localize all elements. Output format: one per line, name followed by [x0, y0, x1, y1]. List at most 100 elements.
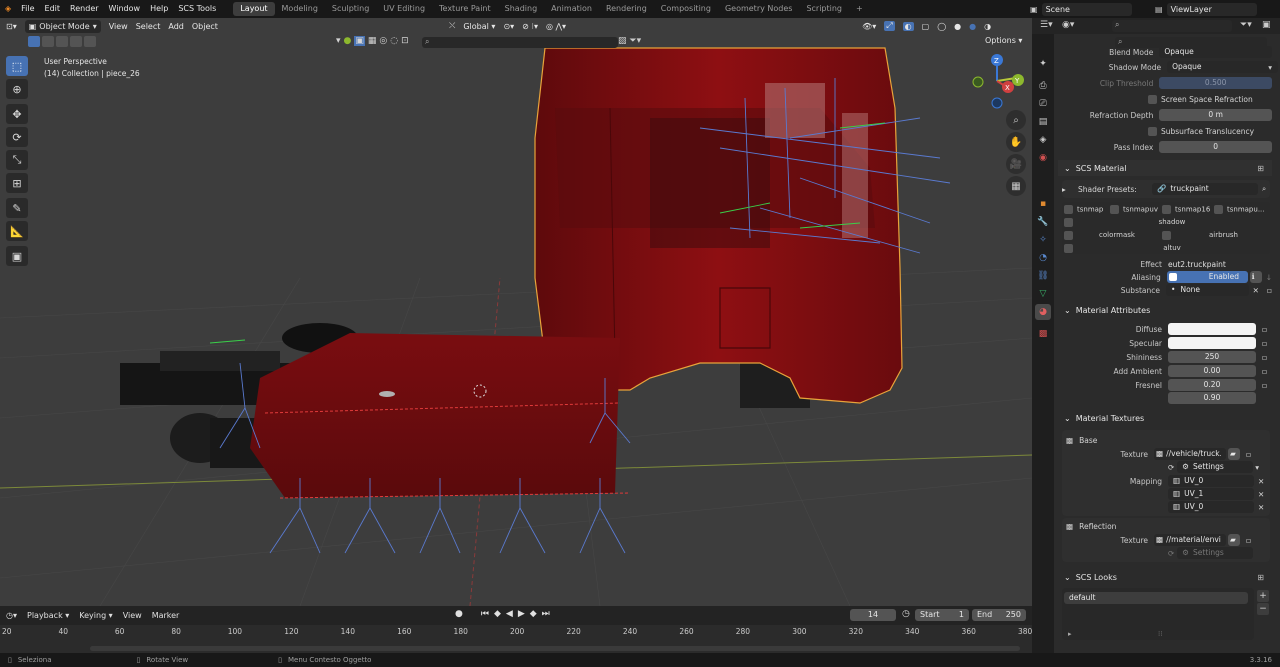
- camera-icon[interactable]: 🎥: [1006, 154, 1026, 174]
- refraction-depth-field[interactable]: 0 m: [1159, 109, 1272, 121]
- substance-select[interactable]: • None: [1166, 284, 1249, 296]
- add-ambient-link-icon[interactable]: ▫: [1262, 367, 1267, 376]
- physics-tab-icon[interactable]: ◔: [1035, 250, 1051, 266]
- material-tab-icon[interactable]: ◕: [1035, 304, 1051, 320]
- menu-scs-tools[interactable]: SCS Tools: [173, 0, 221, 18]
- select-mode-subtract-icon[interactable]: [56, 36, 68, 47]
- start-frame-field[interactable]: Start 1: [915, 609, 969, 621]
- base-settings-select[interactable]: ⚙ Settings: [1177, 461, 1254, 473]
- shading-solid-icon[interactable]: ●: [954, 22, 961, 31]
- options-button[interactable]: Options ▾: [985, 36, 1022, 45]
- resize-grip-icon[interactable]: ⁞⁞: [1158, 630, 1162, 638]
- pass-index-field[interactable]: 0: [1159, 141, 1272, 153]
- cursor-tool[interactable]: ⊕: [6, 79, 28, 99]
- play-icon[interactable]: ▶: [518, 609, 525, 619]
- blender-logo-icon[interactable]: ◈: [0, 0, 16, 18]
- clear-substance-icon[interactable]: ✕: [1253, 286, 1259, 295]
- next-keyframe-icon[interactable]: ◆: [530, 609, 537, 619]
- shader-presets-select[interactable]: 🔗 truckpaint: [1152, 183, 1258, 195]
- reflection-texture-field[interactable]: ▩//material/envi...: [1154, 534, 1226, 546]
- material-filter-icon[interactable]: ◎: [379, 36, 387, 46]
- add-ambient-field[interactable]: 0.00: [1168, 365, 1256, 377]
- fresnel-field-1[interactable]: 0.20: [1168, 379, 1256, 391]
- viewport-menu-add[interactable]: Add: [168, 22, 184, 31]
- object-filter-icon[interactable]: ▣: [354, 36, 365, 46]
- list-filter-icon[interactable]: ▸: [1068, 630, 1072, 638]
- substance-pick-icon[interactable]: ▫: [1267, 286, 1272, 295]
- xray-icon[interactable]: ▢: [922, 22, 930, 31]
- reflection-texture-link-icon[interactable]: ▫: [1246, 536, 1251, 545]
- transform-tool[interactable]: ⊞: [6, 173, 28, 193]
- scs-looks-item[interactable]: default: [1058, 591, 1272, 605]
- texture-tab-icon[interactable]: ▩: [1035, 326, 1051, 342]
- jump-start-icon[interactable]: ⏮: [481, 609, 489, 619]
- look-default[interactable]: default: [1064, 592, 1248, 604]
- annotate-tool[interactable]: ✎: [6, 198, 28, 218]
- measure-tool[interactable]: 📐: [6, 221, 28, 241]
- scene-tab-icon[interactable]: ◈: [1035, 132, 1051, 148]
- render-tab-icon[interactable]: ⎙: [1035, 78, 1051, 94]
- particles-tab-icon[interactable]: ✧: [1035, 232, 1051, 248]
- shading-material-icon[interactable]: ●: [969, 22, 976, 31]
- stopwatch-icon[interactable]: ◷: [902, 609, 910, 619]
- add-cube-tool[interactable]: ▣: [6, 246, 28, 266]
- specular-link-icon[interactable]: ▫: [1262, 339, 1267, 348]
- mode-select[interactable]: ▣ Object Mode ▾: [24, 19, 101, 33]
- editor-type-icon[interactable]: ⊡▾: [6, 22, 17, 31]
- folder-icon[interactable]: ▰: [1228, 534, 1240, 546]
- record-icon[interactable]: ●: [455, 609, 463, 619]
- workspace-tab-rendering[interactable]: Rendering: [599, 0, 654, 18]
- transform-orientation-select[interactable]: Global ▾: [463, 22, 495, 31]
- camera-filter-icon[interactable]: ⊡: [401, 36, 409, 46]
- transform-orientation-icon[interactable]: ⤬: [449, 21, 455, 31]
- move-tool[interactable]: ✥: [6, 104, 28, 124]
- workspace-tab-animation[interactable]: Animation: [544, 0, 599, 18]
- select-mode-intersect-icon[interactable]: [84, 36, 96, 47]
- outliner-display-mode-icon[interactable]: ◉▾: [1062, 20, 1074, 30]
- select-box-tool[interactable]: ⬚: [6, 56, 28, 76]
- fresnel-link-icon[interactable]: ▫: [1262, 381, 1267, 390]
- visibility-icon[interactable]: 👁▾: [862, 22, 876, 31]
- base-texture-link-icon[interactable]: ▫: [1246, 450, 1251, 459]
- jump-end-icon[interactable]: ⏭: [542, 609, 550, 619]
- shading-wireframe-icon[interactable]: ◯: [937, 22, 946, 31]
- keying-menu[interactable]: Keying ▾: [79, 611, 112, 620]
- add-workspace-icon[interactable]: +: [849, 0, 870, 18]
- diffuse-color-swatch[interactable]: [1168, 323, 1256, 335]
- mesh-filter-icon[interactable]: ▦: [368, 36, 377, 46]
- remove-look-button[interactable]: −: [1257, 603, 1269, 615]
- panel-settings-icon[interactable]: ⊞: [1257, 164, 1264, 173]
- select-mode-invert-icon[interactable]: [70, 36, 82, 47]
- menu-edit[interactable]: Edit: [40, 0, 66, 18]
- collapse-icon[interactable]: ▾: [336, 36, 341, 46]
- playback-menu[interactable]: Playback ▾: [27, 611, 69, 620]
- mapping-field-1[interactable]: ▥ UV_0: [1168, 475, 1254, 487]
- prev-keyframe-icon[interactable]: ◆: [494, 609, 501, 619]
- flag-tsnmap16[interactable]: tsnmap16: [1162, 204, 1214, 214]
- current-frame-field[interactable]: 14: [850, 609, 896, 621]
- shininess-field[interactable]: 250: [1168, 351, 1256, 363]
- overlay-toggle-icon[interactable]: ◐: [902, 21, 914, 31]
- select-mode-set-icon[interactable]: [28, 36, 40, 47]
- outliner-filter-icon[interactable]: ⏷▾: [1240, 20, 1252, 30]
- view-layer-tab-icon[interactable]: ▤: [1035, 114, 1051, 130]
- workspace-tab-sculpting[interactable]: Sculpting: [325, 0, 376, 18]
- outliner-search-input[interactable]: ⌕: [1112, 20, 1232, 32]
- shading-rendered-icon[interactable]: ◑: [984, 22, 991, 31]
- reflection-settings-select[interactable]: ⚙ Settings: [1177, 547, 1254, 559]
- viewport-menu-select[interactable]: Select: [136, 22, 161, 31]
- end-frame-field[interactable]: End 250: [972, 609, 1026, 621]
- add-look-button[interactable]: +: [1257, 590, 1269, 602]
- workspace-tab-layout[interactable]: Layout: [233, 2, 275, 16]
- workspace-tab-modeling[interactable]: Modeling: [275, 0, 325, 18]
- workspace-tab-scripting[interactable]: Scripting: [799, 0, 849, 18]
- timeline-ruler[interactable]: 20 40 60 80 100 120 140 160 180 200 220 240 260 280 30…: [0, 625, 1032, 653]
- view-layer-icon[interactable]: ▤: [1155, 5, 1163, 14]
- refresh-icon[interactable]: ⟳: [1168, 549, 1174, 558]
- scs-looks-panel-header[interactable]: ⌄ SCS Looks ⊞: [1058, 569, 1272, 585]
- modifier-tab-icon[interactable]: 🔧: [1035, 214, 1051, 230]
- menu-file[interactable]: File: [16, 0, 39, 18]
- viewport-search-input[interactable]: ⌕: [422, 37, 618, 48]
- clip-threshold-field[interactable]: 0.500: [1159, 77, 1272, 89]
- light-filter-icon[interactable]: ◌: [390, 36, 398, 46]
